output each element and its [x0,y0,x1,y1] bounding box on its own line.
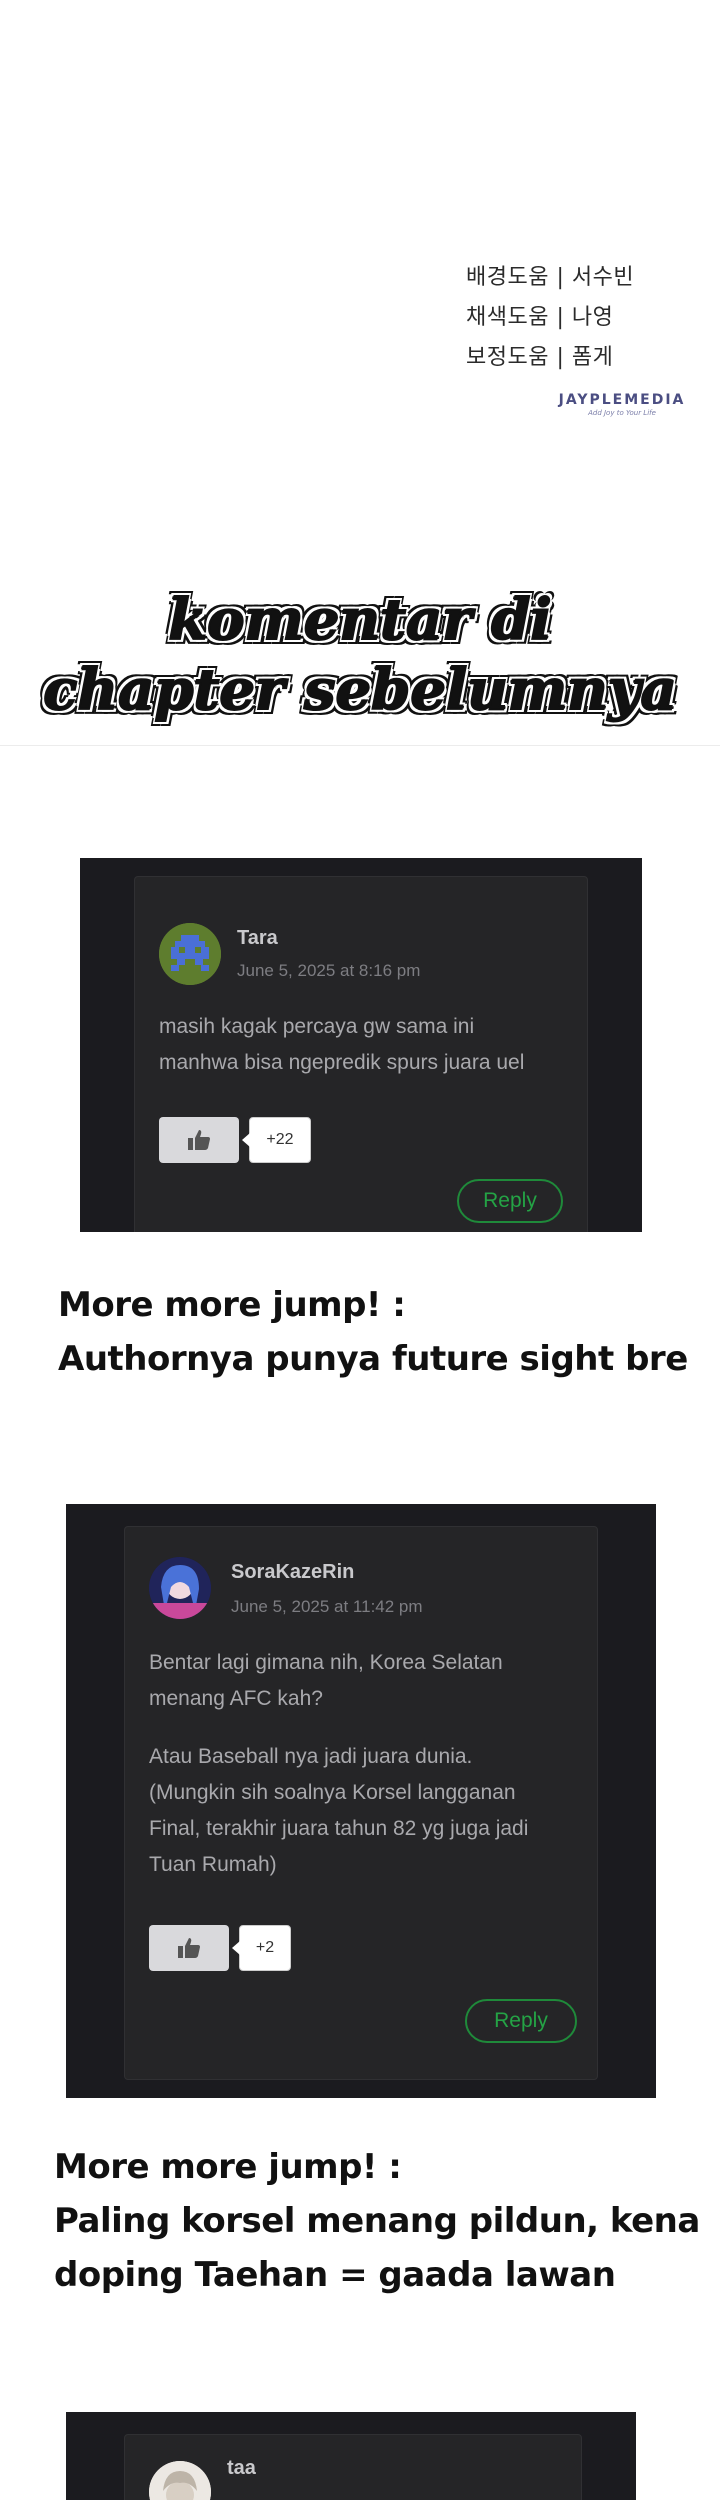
credit-line-coloring: 채색도움 | 나영 [466,305,614,330]
comment-line: manhwa bisa ngepredik spurs juara uel [159,1051,525,1074]
avatar [149,1557,211,1619]
section-title: komentar di chapter sebelumnya [0,585,720,725]
comment-card: Tara June 5, 2025 at 8:16 pm masih kagak… [134,876,588,1232]
comment-author[interactable]: SoraKazeRin [231,1561,354,1584]
comment-card: taa [124,2434,582,2500]
section-title-line1: komentar di [167,586,552,654]
avatar [159,923,221,985]
caption-line: doping Taehan = gaada lawan [54,2255,616,2295]
reply-button[interactable]: Reply [457,1179,563,1223]
thumbs-up-icon [178,1938,200,1958]
like-button[interactable] [159,1117,239,1163]
comment-author[interactable]: taa [227,2457,256,2480]
comment-line: Atau Baseball nya jadi juara dunia. [149,1745,473,1768]
comment-line: menang AFC kah? [149,1687,323,1710]
comment-line: Bentar lagi gimana nih, Korea Selatan [149,1651,503,1674]
pixel-invader-icon [159,923,221,985]
caption-1: More more jump! : Authornya punya future… [58,1278,688,1386]
avatar [149,2461,211,2500]
comment-author[interactable]: Tara [237,927,278,950]
divider [0,745,720,746]
comment-date[interactable]: June 5, 2025 at 11:42 pm [231,1597,423,1617]
brand-tagline: Add Joy to Your Life [588,409,656,417]
comment-screenshot-1: Tara June 5, 2025 at 8:16 pm masih kagak… [80,858,642,1232]
like-count: +22 [242,1117,311,1163]
thumbs-up-icon [188,1130,210,1150]
comment-line: Final, terakhir juara tahun 82 yg juga j… [149,1817,529,1840]
brand-logo: JAYPLEMEDIA Add Joy to Your Life [552,392,692,417]
comment-body: Bentar lagi gimana nih, Korea Selatan me… [149,1645,589,1883]
comment-date[interactable]: June 5, 2025 at 8:16 pm [237,961,420,981]
section-title-line2: chapter sebelumnya [42,656,677,724]
caption-line: More more jump! : [54,2147,402,2187]
brand-name: JAYPLEMEDIA [558,392,686,408]
like-count: +2 [232,1925,291,1971]
caption-2: More more jump! : Paling korsel menang p… [54,2140,700,2302]
reply-button[interactable]: Reply [465,1999,577,2043]
comment-screenshot-3: taa [66,2412,636,2500]
comment-body: masih kagak percaya gw sama ini manhwa b… [159,1009,569,1081]
caption-line: Authornya punya future sight bre [58,1339,688,1379]
caption-line: Paling korsel menang pildun, kena [54,2201,700,2241]
comment-line: (Mungkin sih soalnya Korsel langganan [149,1781,516,1804]
character-avatar-icon [149,2461,211,2500]
comment-line: Tuan Rumah) [149,1853,277,1876]
like-button[interactable] [149,1925,229,1971]
comment-line: masih kagak percaya gw sama ini [159,1015,475,1038]
credits-block: 배경도움 | 서수빈 채색도움 | 나영 보정도움 | 폼게 [466,258,706,378]
caption-line: More more jump! : [58,1285,406,1325]
anime-avatar-icon [149,1557,211,1619]
credit-line-correction: 보정도움 | 폼게 [466,345,614,370]
credit-line-background: 배경도움 | 서수빈 [466,265,635,290]
comment-card: SoraKazeRin June 5, 2025 at 11:42 pm Ben… [124,1526,598,2080]
comment-screenshot-2: SoraKazeRin June 5, 2025 at 11:42 pm Ben… [66,1504,656,2098]
